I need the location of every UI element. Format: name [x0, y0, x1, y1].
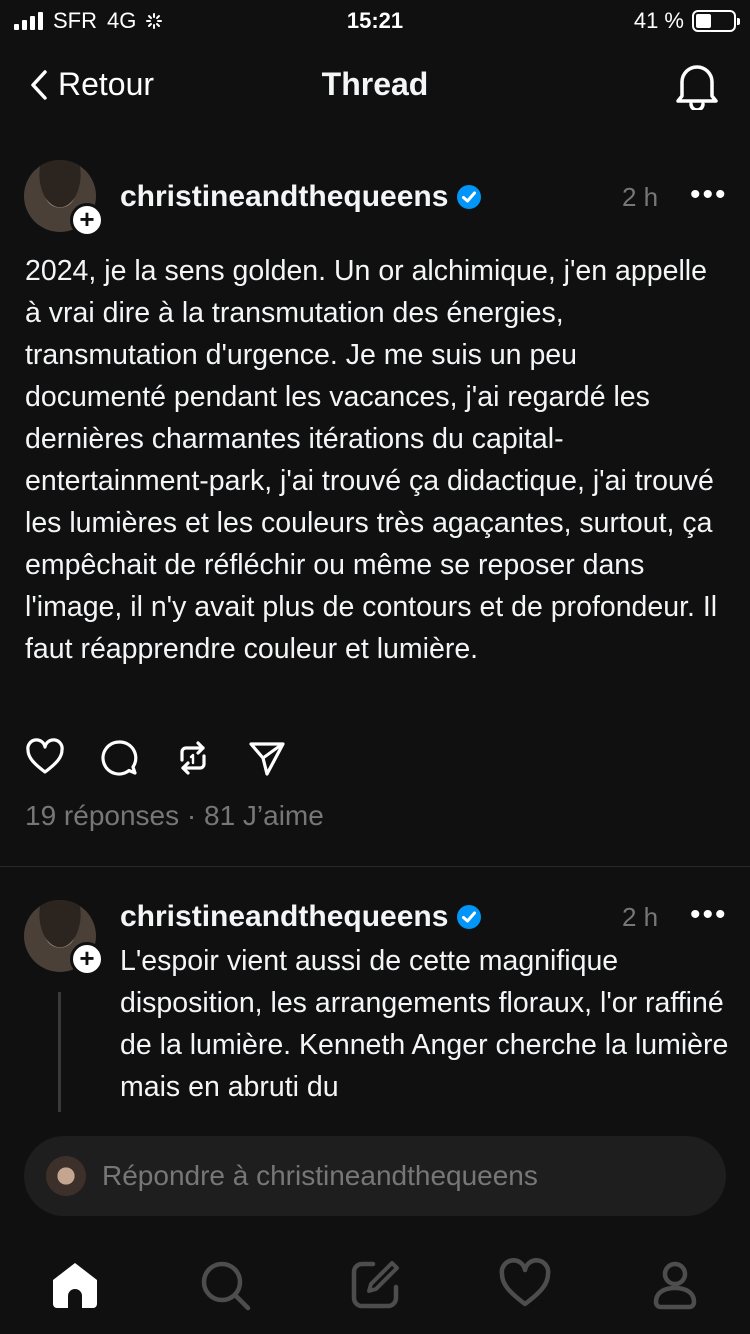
reply-input[interactable]: Répondre à christineandthequeens — [24, 1136, 726, 1216]
more-options-icon[interactable]: ••• — [690, 178, 728, 212]
notifications-button[interactable] — [674, 60, 720, 115]
tab-bar — [0, 1250, 750, 1322]
profile-icon — [653, 1261, 697, 1310]
like-heart-icon[interactable] — [25, 738, 65, 778]
reply-body: L'espoir vient aussi de cette magnifique… — [120, 945, 729, 1103]
share-send-icon[interactable] — [247, 738, 287, 778]
reply-follow-plus-button[interactable]: + — [70, 942, 104, 976]
tab-profile[interactable] — [648, 1258, 702, 1312]
heart-icon — [499, 1258, 551, 1307]
my-avatar — [46, 1156, 86, 1196]
repost-icon[interactable] — [173, 738, 213, 778]
compose-icon — [351, 1261, 399, 1309]
post-body: 2024, je la sens golden. Un or alchimiqu… — [25, 255, 718, 665]
home-icon — [53, 1263, 97, 1308]
status-right: 41 % — [633, 8, 740, 34]
post-stats[interactable]: 19 réponses · 81 J’aime — [25, 800, 324, 832]
post-author[interactable]: christineandthequeens — [120, 180, 482, 214]
tab-activity[interactable] — [498, 1258, 552, 1312]
verified-badge-icon — [457, 185, 482, 209]
follow-plus-button[interactable]: + — [70, 203, 104, 237]
thread-line — [58, 992, 61, 1117]
page-title: Thread — [321, 66, 429, 102]
divider — [0, 866, 750, 867]
reply-author[interactable]: christineandthequeens — [120, 900, 482, 934]
status-bar: SFR 4G 15:21 41 % — [0, 0, 750, 40]
tab-home[interactable] — [48, 1258, 102, 1312]
post-time: 2 h — [622, 182, 659, 212]
reply-username: christineandthequeens — [120, 900, 449, 933]
reply-time: 2 h — [622, 902, 659, 932]
tab-search[interactable] — [198, 1258, 252, 1312]
verified-badge-icon — [457, 905, 482, 929]
bell-icon — [676, 65, 718, 112]
nav-bar: Retour Thread — [0, 50, 750, 120]
reply-placeholder: Répondre à christineandthequeens — [102, 1160, 538, 1191]
battery-icon — [692, 10, 740, 32]
comment-bubble-icon[interactable] — [99, 738, 139, 778]
post-username: christineandthequeens — [120, 180, 449, 213]
tab-compose[interactable] — [348, 1258, 402, 1312]
battery-percent: 41 % — [633, 8, 684, 33]
search-icon — [201, 1261, 251, 1311]
reply-more-options-icon[interactable]: ••• — [690, 898, 728, 932]
battery-fill — [696, 14, 711, 28]
post-actions — [25, 738, 287, 778]
